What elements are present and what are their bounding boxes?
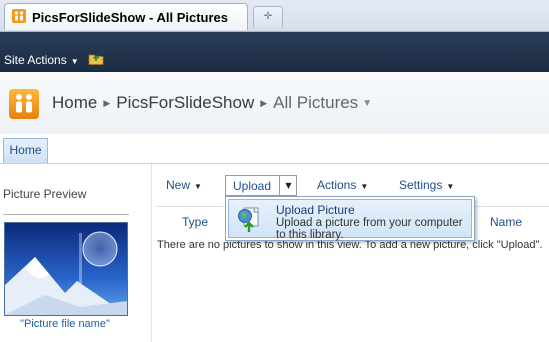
- breadcrumb-separator-icon: ▶: [260, 98, 268, 108]
- settings-label: Settings: [399, 178, 443, 192]
- chevron-down-icon: ▼: [446, 182, 455, 191]
- chevron-down-icon: ▼: [70, 57, 79, 66]
- settings-menu-button[interactable]: Settings ▼: [399, 178, 454, 192]
- chevron-down-icon: ▼: [194, 182, 202, 191]
- upload-label[interactable]: Upload: [233, 179, 271, 193]
- view-selector-chevron-icon[interactable]: ▼: [362, 98, 372, 109]
- upload-split-button[interactable]: Upload ▼: [225, 175, 297, 196]
- ribbon-bar: Site Actions ▼: [0, 32, 549, 72]
- upload-picture-icon: [235, 205, 263, 236]
- breadcrumb-separator-icon: ▶: [103, 98, 111, 108]
- picture-file-name-caption: "Picture file name": [20, 318, 110, 330]
- new-tab-icon: ✛: [263, 11, 273, 22]
- column-header-name[interactable]: Name: [490, 215, 522, 229]
- new-menu-button[interactable]: New ▼: [166, 178, 202, 192]
- navigate-up-icon[interactable]: [88, 51, 104, 68]
- site-actions-menu[interactable]: Site Actions ▼: [4, 53, 79, 67]
- picture-preview-heading: Picture Preview: [3, 187, 87, 201]
- picture-preview-image: [4, 222, 128, 316]
- browser-tab-active[interactable]: PicsForSlideShow - All Pictures: [4, 3, 248, 30]
- title-area: Home ▶ PicsForSlideShow ▶ All Pictures ▼: [0, 72, 549, 134]
- site-actions-label: Site Actions: [4, 53, 67, 67]
- actions-menu-button[interactable]: Actions ▼: [317, 178, 368, 192]
- breadcrumb-site-link[interactable]: PicsForSlideShow: [116, 93, 254, 112]
- topnav-home-tab[interactable]: Home: [3, 138, 48, 163]
- top-navigation: Home: [0, 134, 549, 164]
- upload-picture-title: Upload Picture: [276, 203, 355, 217]
- chevron-down-icon: ▼: [360, 182, 369, 191]
- new-label: New: [166, 178, 191, 192]
- upload-picture-description: Upload a picture from your computer to t…: [276, 217, 463, 241]
- site-logo-icon[interactable]: [9, 89, 39, 119]
- divider: [151, 164, 152, 342]
- breadcrumb-home-link[interactable]: Home: [52, 93, 97, 112]
- upload-dropdown-chevron-icon[interactable]: ▼: [279, 176, 297, 195]
- sharepoint-favicon-icon: [12, 9, 26, 23]
- browser-tab-strip: PicsForSlideShow - All Pictures ✛: [0, 0, 549, 32]
- upload-picture-menu-item[interactable]: Upload Picture Upload a picture from you…: [228, 199, 472, 241]
- divider: [3, 214, 129, 215]
- new-tab-button[interactable]: ✛: [253, 6, 283, 27]
- column-header-type[interactable]: Type: [182, 215, 208, 229]
- actions-label: Actions: [317, 178, 357, 192]
- breadcrumb-current-view[interactable]: All Pictures: [273, 93, 358, 112]
- breadcrumb: Home ▶ PicsForSlideShow ▶ All Pictures ▼: [52, 93, 372, 113]
- browser-tab-title: PicsForSlideShow - All Pictures: [32, 10, 229, 25]
- upload-dropdown-menu: Upload Picture Upload a picture from you…: [225, 196, 475, 241]
